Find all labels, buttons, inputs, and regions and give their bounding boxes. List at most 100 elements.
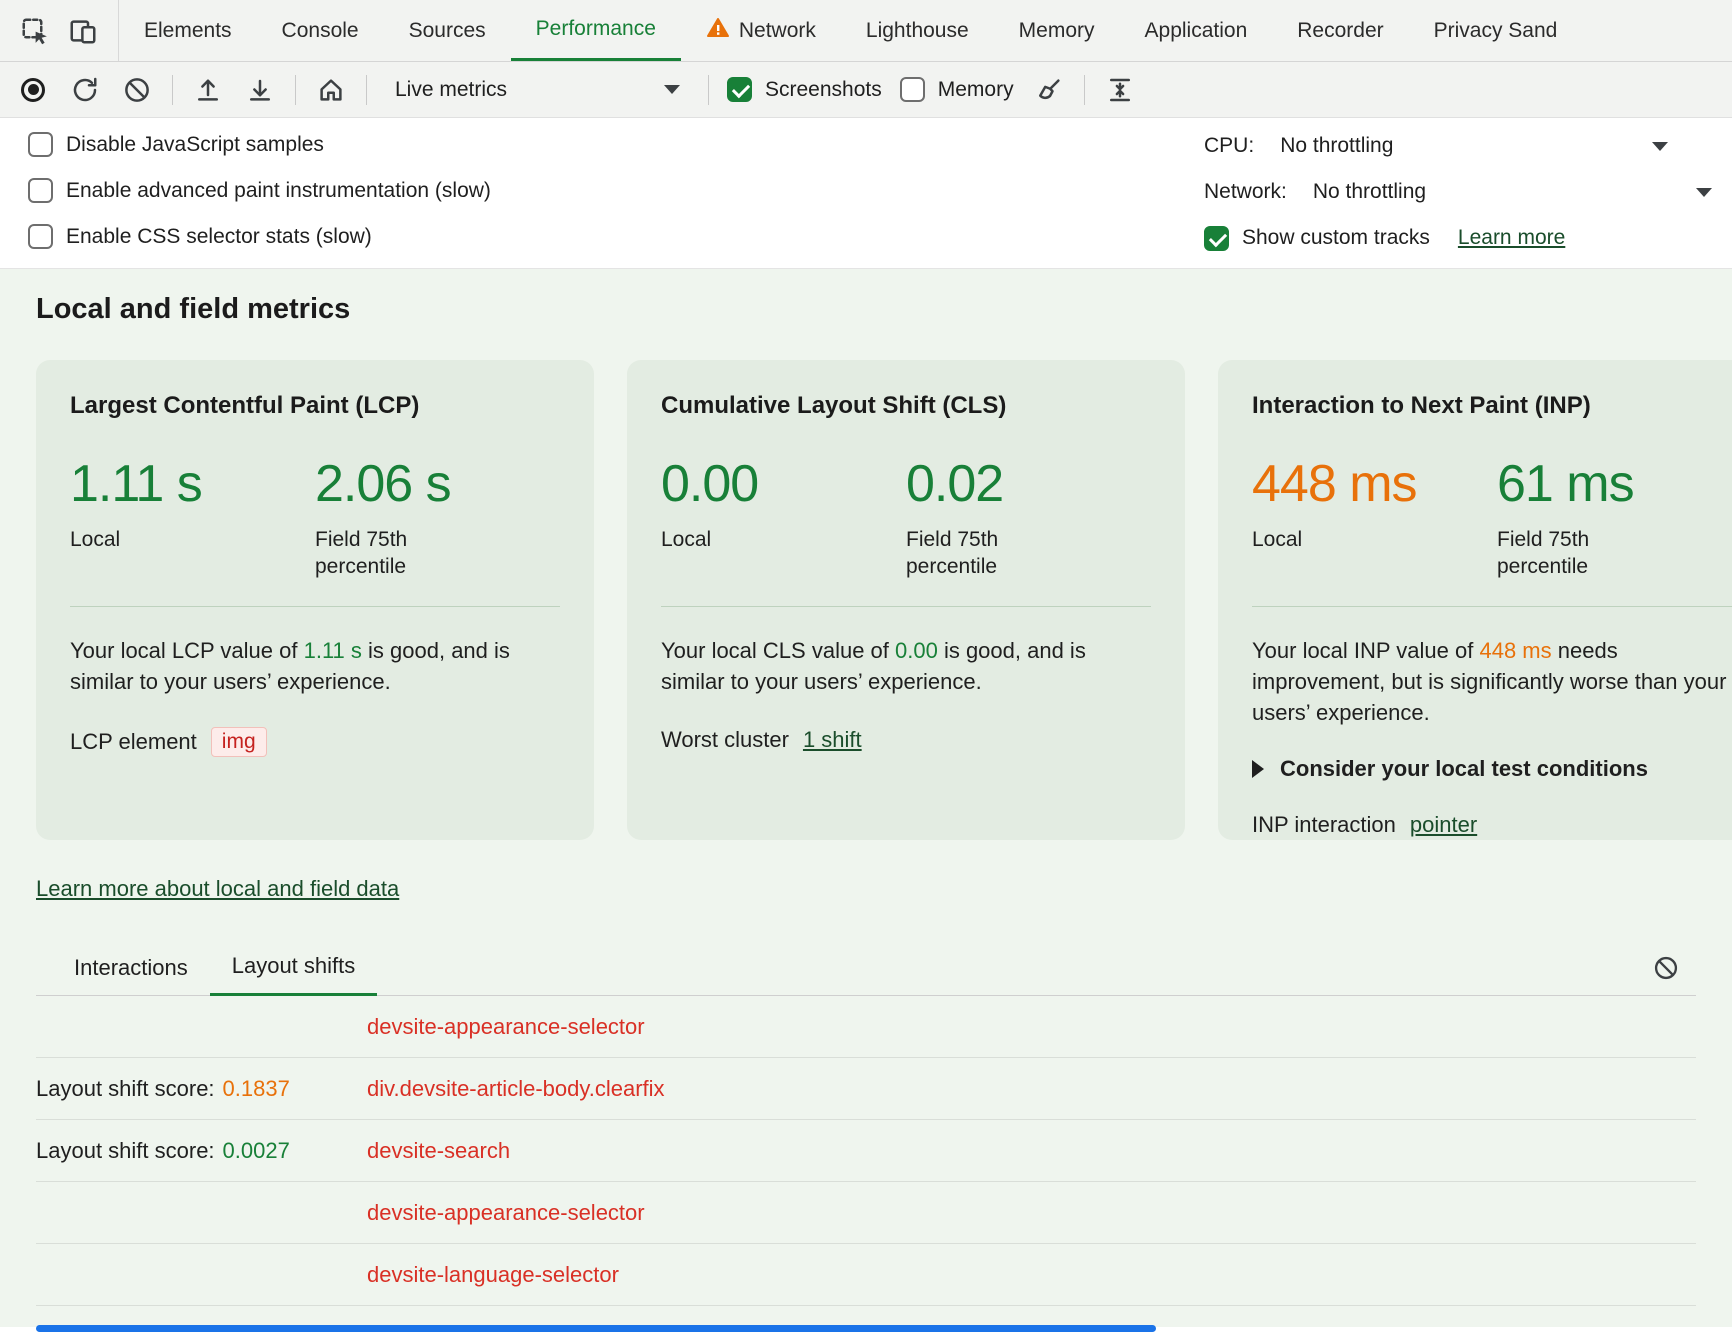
warning-icon: [706, 16, 730, 46]
card-divider: [70, 606, 560, 607]
tab-lighthouse[interactable]: Lighthouse: [841, 0, 994, 61]
inspect-element-icon[interactable]: [18, 14, 52, 48]
shift-element-link[interactable]: devsite-appearance-selector: [367, 1200, 645, 1226]
local-test-conditions-disclosure[interactable]: Consider your local test conditions: [1252, 756, 1732, 782]
card-divider: [1252, 606, 1732, 607]
lcp-element-row: LCP element img: [70, 727, 560, 757]
custom-tracks-label: Show custom tracks: [1242, 226, 1430, 250]
memory-checkbox-row[interactable]: Memory: [900, 77, 1014, 102]
lcp-element-badge[interactable]: img: [211, 727, 267, 757]
inp-description: Your local INP value of 448 ms needs imp…: [1252, 635, 1732, 728]
network-throttling-select[interactable]: No throttling: [1313, 180, 1426, 204]
inp-field-value: 61 ms: [1497, 454, 1732, 514]
css-selector-stats-checkbox[interactable]: [28, 224, 53, 249]
live-metrics-panel: Local and field metrics Largest Contentf…: [0, 269, 1732, 1327]
toolbar-divider: [172, 75, 173, 105]
toolbar-divider: [1084, 75, 1085, 105]
inp-field-label: Field 75th percentile: [1497, 526, 1625, 580]
collect-garbage-icon[interactable]: [1032, 73, 1066, 107]
cpu-label: CPU:: [1204, 134, 1254, 158]
chevron-down-icon[interactable]: [1696, 188, 1712, 197]
devtools-tab-bar: Elements Console Sources Performance Net…: [0, 0, 1732, 62]
inp-card: Interaction to Next Paint (INP) 448 ms L…: [1218, 360, 1732, 840]
performance-toolbar: Live metrics Screenshots Memory: [0, 62, 1732, 118]
custom-tracks-checkbox[interactable]: [1204, 226, 1229, 251]
layout-shift-row[interactable]: devsite-language-selector: [36, 1244, 1696, 1306]
advanced-paint-row[interactable]: Enable advanced paint instrumentation (s…: [28, 178, 491, 203]
tab-interactions[interactable]: Interactions: [52, 955, 210, 995]
cls-field-value: 0.02: [906, 454, 1151, 514]
load-profile-icon[interactable]: [191, 73, 225, 107]
inp-local-value: 448 ms: [1252, 454, 1497, 514]
live-metrics-dropdown[interactable]: Live metrics: [385, 70, 690, 110]
clear-log-icon[interactable]: [1652, 954, 1680, 987]
custom-tracks-checkbox-row[interactable]: Show custom tracks: [1204, 226, 1430, 251]
layout-shift-row[interactable]: devsite-appearance-selector: [36, 996, 1696, 1058]
shift-element-link[interactable]: devsite-language-selector: [367, 1262, 619, 1288]
toolbar-divider: [366, 75, 367, 105]
record-icon[interactable]: [16, 73, 50, 107]
disclosure-triangle-icon: [1252, 760, 1264, 778]
advanced-paint-checkbox[interactable]: [28, 178, 53, 203]
inp-values: 448 ms Local 61 ms Field 75th percentile: [1252, 454, 1732, 580]
tab-recorder[interactable]: Recorder: [1272, 0, 1408, 61]
tab-privacy-sandbox[interactable]: Privacy Sand: [1409, 0, 1583, 61]
shift-score: Layout shift score: 0.0027: [36, 1138, 367, 1164]
cpu-throttling-select[interactable]: No throttling: [1280, 134, 1393, 158]
lcp-description: Your local LCP value of 1.11 s is good, …: [70, 635, 560, 697]
live-metrics-log: Interactions Layout shifts devsite-appea…: [36, 948, 1696, 1327]
screenshots-checkbox-row[interactable]: Screenshots: [727, 77, 882, 102]
save-profile-icon[interactable]: [243, 73, 277, 107]
cls-worst-cluster-label: Worst cluster: [661, 727, 789, 753]
tab-elements[interactable]: Elements: [119, 0, 257, 61]
advanced-paint-label: Enable advanced paint instrumentation (s…: [66, 179, 491, 203]
cls-card-title: Cumulative Layout Shift (CLS): [661, 392, 1151, 420]
shift-element-link[interactable]: div.devsite-article-body.clearfix: [367, 1076, 665, 1102]
lcp-values: 1.11 s Local 2.06 s Field 75th percentil…: [70, 454, 560, 580]
learn-more-local-field-link[interactable]: Learn more about local and field data: [36, 876, 399, 902]
cls-description: Your local CLS value of 0.00 is good, an…: [661, 635, 1151, 697]
home-icon[interactable]: [314, 73, 348, 107]
shift-element-link[interactable]: devsite-search: [367, 1138, 510, 1164]
lcp-card-title: Largest Contentful Paint (LCP): [70, 392, 560, 420]
tab-memory[interactable]: Memory: [994, 0, 1120, 61]
css-selector-stats-label: Enable CSS selector stats (slow): [66, 225, 372, 249]
custom-tracks-learn-more-link[interactable]: Learn more: [1458, 226, 1565, 250]
layout-shift-row[interactable]: devsite-appearance-selector: [36, 1182, 1696, 1244]
chevron-down-icon[interactable]: [1652, 142, 1668, 151]
memory-checkbox[interactable]: [900, 77, 925, 102]
tab-bar-tools: [0, 0, 119, 61]
tab-console[interactable]: Console: [257, 0, 384, 61]
network-label: Network:: [1204, 180, 1287, 204]
cls-local-label: Local: [661, 526, 906, 553]
cls-values: 0.00 Local 0.02 Field 75th percentile: [661, 454, 1151, 580]
clear-icon[interactable]: [120, 73, 154, 107]
collapse-icon[interactable]: [1103, 73, 1137, 107]
cls-inline-value: 0.00: [895, 638, 938, 663]
toggle-device-toolbar-icon[interactable]: [66, 14, 100, 48]
custom-tracks-row: Show custom tracks Learn more: [1204, 224, 1704, 252]
inp-pointer-link[interactable]: pointer: [1410, 812, 1477, 838]
cls-shift-link[interactable]: 1 shift: [803, 727, 862, 753]
record-and-reload-icon[interactable]: [68, 73, 102, 107]
disable-js-samples-row[interactable]: Disable JavaScript samples: [28, 132, 491, 157]
shift-element-link[interactable]: devsite-appearance-selector: [367, 1014, 645, 1040]
tab-performance[interactable]: Performance: [511, 0, 681, 61]
layout-shift-row[interactable]: div.devsite-floating-action-buttons: [36, 1306, 1696, 1327]
cls-worst-cluster-row: Worst cluster 1 shift: [661, 727, 1151, 753]
tab-network[interactable]: Network: [681, 0, 841, 61]
tab-application[interactable]: Application: [1120, 0, 1273, 61]
screenshots-checkbox[interactable]: [727, 77, 752, 102]
inp-local-label: Local: [1252, 526, 1497, 553]
lcp-local-label: Local: [70, 526, 315, 553]
live-metrics-label: Live metrics: [395, 78, 507, 102]
horizontal-scrollbar-thumb[interactable]: [36, 1325, 1156, 1332]
tab-layout-shifts[interactable]: Layout shifts: [210, 953, 378, 996]
layout-shift-row[interactable]: Layout shift score: 0.1837 div.devsite-a…: [36, 1058, 1696, 1120]
disable-js-samples-checkbox[interactable]: [28, 132, 53, 157]
settings-checkbox-list: Disable JavaScript samples Enable advanc…: [28, 132, 491, 252]
css-selector-stats-row[interactable]: Enable CSS selector stats (slow): [28, 224, 491, 249]
tab-sources[interactable]: Sources: [384, 0, 511, 61]
layout-shift-row[interactable]: Layout shift score: 0.0027 devsite-searc…: [36, 1120, 1696, 1182]
memory-label: Memory: [938, 78, 1014, 102]
